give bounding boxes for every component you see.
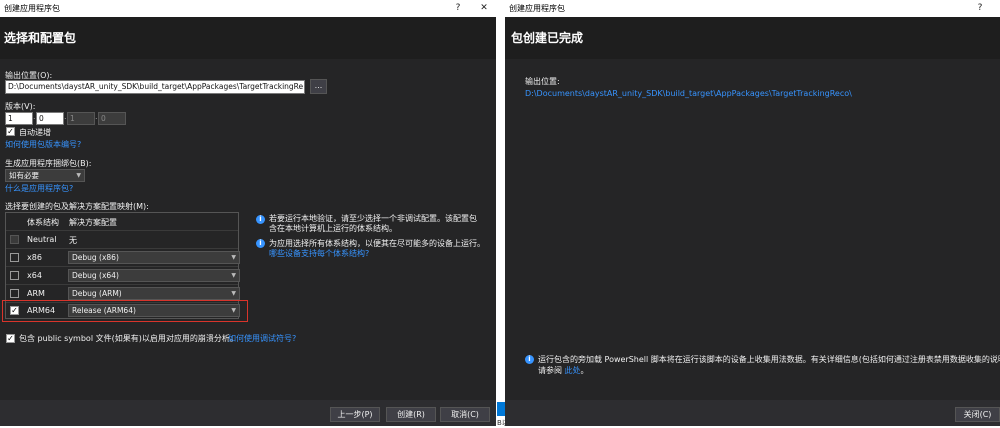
- row-config-select[interactable]: Debug (ARM) ▼: [68, 287, 240, 300]
- row-config: Debug (x86): [72, 253, 119, 262]
- bundle-select[interactable]: 如有必要 ▼: [5, 169, 85, 182]
- taskbar-accent: [497, 402, 505, 416]
- powershell-note: 运行包含的旁加载 PowerShell 脚本将在运行该脚本的设备上收集用法数据。…: [538, 355, 1000, 364]
- architectures-help-link[interactable]: 哪些设备支持每个体系结构?: [269, 248, 369, 259]
- browse-button[interactable]: ...: [310, 79, 327, 94]
- row-arch: x64: [27, 271, 42, 280]
- row-checkbox[interactable]: [10, 253, 19, 262]
- symbol-files-label: 包含 public symbol 文件(如果有)以启用对应用的崩溃分析。: [19, 334, 238, 343]
- symbol-files-checkbox[interactable]: ✓: [6, 334, 15, 343]
- row-checkbox: [10, 235, 19, 244]
- create-package-dialog-complete: 创建应用程序包 ? 包创建已完成 输出位置: D:\Documents\days…: [505, 0, 1000, 426]
- title-bar: 创建应用程序包 ? ✕: [0, 0, 496, 17]
- info-local-validation: 若要运行本地验证，请至少选择一个非调试配置。该配置包含在本地计算机上运行的体系结…: [269, 214, 477, 233]
- row-config-select[interactable]: Debug (x64) ▼: [68, 269, 240, 282]
- powershell-note-see: 请参阅 此处。: [538, 365, 589, 376]
- row-arch: x86: [27, 253, 42, 262]
- row-config-select[interactable]: Debug (x86) ▼: [68, 251, 240, 264]
- auto-increment-label: 自动递增: [19, 128, 51, 137]
- output-location-label: 输出位置:: [525, 77, 560, 86]
- create-button[interactable]: 创建(R): [386, 407, 436, 422]
- chevron-down-icon: ▼: [231, 254, 236, 261]
- page-title: 选择和配置包: [0, 17, 496, 59]
- column-header-arch: 体系结构: [27, 218, 59, 227]
- page-title: 包创建已完成: [505, 17, 1000, 59]
- see-text: 请参阅: [538, 366, 562, 375]
- table-row: Neutral 无: [6, 231, 238, 249]
- config-mapping-label: 选择要创建的包及解决方案配置映射(M):: [5, 202, 149, 211]
- dialog-footer: 关闭(C): [505, 400, 1000, 426]
- create-package-dialog-configure: 创建应用程序包 ? ✕ 选择和配置包 输出位置(O): D:\Documents…: [0, 0, 496, 426]
- title-bar: 创建应用程序包 ?: [505, 0, 1000, 17]
- row-config: Debug (x64): [72, 271, 119, 280]
- help-button[interactable]: ?: [970, 0, 990, 17]
- version-label: 版本(V):: [5, 102, 36, 111]
- row-checkbox[interactable]: [10, 271, 19, 280]
- note-end: 。: [580, 366, 589, 375]
- row-config: Debug (ARM): [72, 289, 122, 298]
- dialog-footer: 上一步(P) 创建(R) 取消(C): [0, 400, 496, 426]
- close-dialog-button[interactable]: 关闭(C): [955, 407, 1000, 422]
- highlight-box: [2, 300, 248, 322]
- row-arch: ARM: [27, 289, 45, 298]
- chevron-down-icon: ▼: [76, 172, 81, 179]
- auto-increment-checkbox[interactable]: ✓: [6, 127, 15, 136]
- chevron-down-icon: ▼: [231, 272, 236, 279]
- window-title: 创建应用程序包: [4, 4, 60, 13]
- chevron-down-icon: ▼: [231, 290, 236, 297]
- close-button[interactable]: ✕: [474, 0, 494, 17]
- row-checkbox[interactable]: [10, 289, 19, 298]
- version-minor-input[interactable]: 0: [36, 112, 64, 125]
- version-major-input[interactable]: 1: [5, 112, 33, 125]
- info-icon: i: [256, 239, 265, 248]
- bundle-help-link[interactable]: 什么是应用程序包?: [5, 183, 73, 194]
- cancel-button[interactable]: 取消(C): [440, 407, 490, 422]
- version-revision-input: 0: [98, 112, 126, 125]
- back-button[interactable]: 上一步(P): [330, 407, 380, 422]
- bundle-select-value: 如有必要: [9, 171, 39, 180]
- output-location-input[interactable]: D:\Documents\daystAR_unity_SDK\build_tar…: [5, 80, 305, 94]
- table-row: x86 Debug (x86) ▼: [6, 249, 240, 267]
- help-button[interactable]: ?: [448, 0, 468, 17]
- table-row: x64 Debug (x64) ▼: [6, 267, 240, 285]
- output-location-link[interactable]: D:\Documents\daystAR_unity_SDK\build_tar…: [525, 89, 852, 98]
- table-header-row: 体系结构 解决方案配置: [6, 213, 238, 231]
- column-header-config: 解决方案配置: [69, 218, 117, 227]
- version-help-link[interactable]: 如何使用包版本编号?: [5, 139, 81, 150]
- version-build-input: 1: [67, 112, 95, 125]
- bundle-label: 生成应用程序捆绑包(B):: [5, 159, 92, 168]
- window-title: 创建应用程序包: [509, 4, 565, 13]
- info-icon: i: [525, 355, 534, 364]
- debug-symbols-help-link[interactable]: 如何使用调试符号?: [228, 333, 296, 344]
- details-link[interactable]: 此处: [565, 366, 581, 375]
- row-config: 无: [69, 236, 77, 245]
- info-icon: i: [256, 215, 265, 224]
- row-arch: Neutral: [27, 235, 57, 244]
